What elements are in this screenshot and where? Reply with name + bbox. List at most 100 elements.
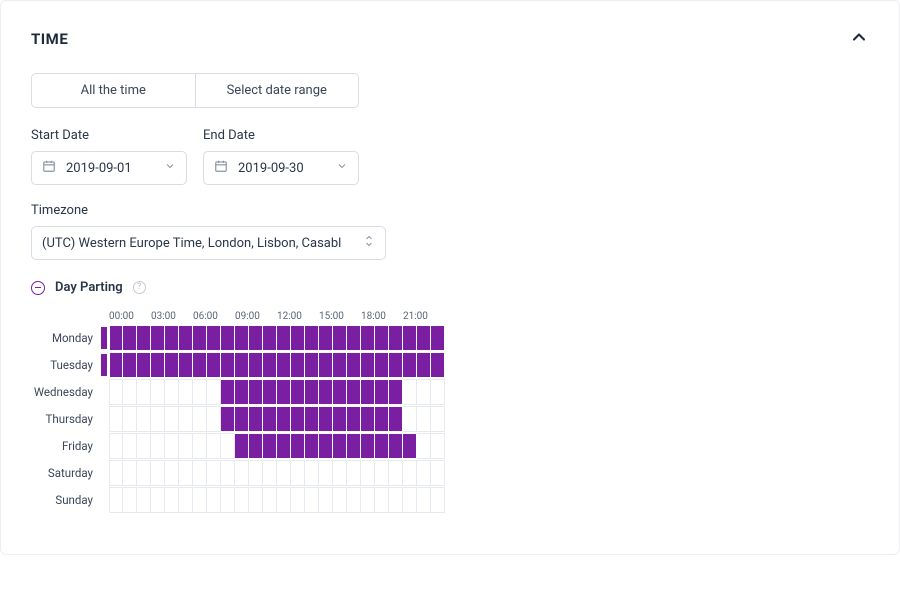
- day-handle[interactable]: [101, 408, 107, 430]
- hour-cell[interactable]: [235, 406, 249, 432]
- hour-cell[interactable]: [137, 460, 151, 486]
- hour-cell[interactable]: [263, 487, 277, 513]
- hour-cell[interactable]: [291, 352, 305, 378]
- hour-cell[interactable]: [277, 352, 291, 378]
- hour-cell[interactable]: [347, 379, 361, 405]
- tab-all-time[interactable]: All the time: [32, 74, 195, 107]
- hour-cell[interactable]: [403, 460, 417, 486]
- hour-cell[interactable]: [417, 379, 431, 405]
- hour-cell[interactable]: [193, 325, 207, 351]
- hour-cell[interactable]: [277, 406, 291, 432]
- hour-cell[interactable]: [221, 406, 235, 432]
- start-date-picker[interactable]: 2019-09-01: [31, 151, 187, 185]
- hour-cell[interactable]: [151, 460, 165, 486]
- hour-cell[interactable]: [179, 487, 193, 513]
- collapse-icon[interactable]: [849, 27, 869, 51]
- hour-cell[interactable]: [249, 460, 263, 486]
- hour-cell[interactable]: [431, 460, 445, 486]
- hour-cell[interactable]: [165, 379, 179, 405]
- hour-cell[interactable]: [179, 433, 193, 459]
- hour-cell[interactable]: [389, 379, 403, 405]
- hour-cell[interactable]: [291, 325, 305, 351]
- hour-cell[interactable]: [151, 379, 165, 405]
- hour-cell[interactable]: [417, 433, 431, 459]
- hour-cell[interactable]: [249, 379, 263, 405]
- hour-cell[interactable]: [263, 406, 277, 432]
- hour-cell[interactable]: [291, 487, 305, 513]
- hour-cell[interactable]: [333, 460, 347, 486]
- hour-cell[interactable]: [263, 325, 277, 351]
- hour-cell[interactable]: [151, 433, 165, 459]
- hour-cell[interactable]: [347, 433, 361, 459]
- hour-cell[interactable]: [109, 352, 123, 378]
- hour-cell[interactable]: [375, 406, 389, 432]
- hour-cell[interactable]: [221, 325, 235, 351]
- hour-cell[interactable]: [235, 433, 249, 459]
- hour-cell[interactable]: [137, 433, 151, 459]
- end-date-picker[interactable]: 2019-09-30: [203, 151, 359, 185]
- hour-cell[interactable]: [431, 352, 445, 378]
- hour-cell[interactable]: [305, 433, 319, 459]
- hour-cell[interactable]: [389, 406, 403, 432]
- hour-cell[interactable]: [207, 379, 221, 405]
- hour-cell[interactable]: [235, 379, 249, 405]
- hour-cell[interactable]: [151, 352, 165, 378]
- hour-cell[interactable]: [305, 325, 319, 351]
- hour-cell[interactable]: [431, 379, 445, 405]
- hour-cell[interactable]: [305, 406, 319, 432]
- hour-cell[interactable]: [193, 460, 207, 486]
- hour-cell[interactable]: [333, 352, 347, 378]
- hour-cell[interactable]: [431, 487, 445, 513]
- hour-cell[interactable]: [375, 487, 389, 513]
- hour-cell[interactable]: [207, 487, 221, 513]
- hour-cell[interactable]: [319, 460, 333, 486]
- hour-cell[interactable]: [165, 352, 179, 378]
- hour-cell[interactable]: [165, 460, 179, 486]
- hour-cell[interactable]: [123, 460, 137, 486]
- hour-cell[interactable]: [193, 379, 207, 405]
- hour-cell[interactable]: [137, 379, 151, 405]
- hour-cell[interactable]: [123, 379, 137, 405]
- hour-cell[interactable]: [347, 460, 361, 486]
- day-handle[interactable]: [101, 381, 107, 403]
- day-handle[interactable]: [101, 435, 107, 457]
- hour-cell[interactable]: [389, 460, 403, 486]
- hour-cell[interactable]: [277, 379, 291, 405]
- hour-cell[interactable]: [347, 406, 361, 432]
- hour-cell[interactable]: [277, 433, 291, 459]
- hour-cell[interactable]: [361, 460, 375, 486]
- hour-cell[interactable]: [193, 352, 207, 378]
- hour-cell[interactable]: [193, 487, 207, 513]
- hour-cell[interactable]: [235, 325, 249, 351]
- hour-cell[interactable]: [417, 487, 431, 513]
- hour-cell[interactable]: [389, 352, 403, 378]
- hour-cell[interactable]: [319, 487, 333, 513]
- hour-cell[interactable]: [361, 325, 375, 351]
- hour-cell[interactable]: [263, 379, 277, 405]
- hour-cell[interactable]: [123, 433, 137, 459]
- hour-cell[interactable]: [249, 433, 263, 459]
- hour-cell[interactable]: [151, 487, 165, 513]
- hour-cell[interactable]: [235, 352, 249, 378]
- hour-cell[interactable]: [417, 325, 431, 351]
- hour-cell[interactable]: [221, 460, 235, 486]
- hour-cell[interactable]: [151, 406, 165, 432]
- hour-cell[interactable]: [109, 487, 123, 513]
- hour-cell[interactable]: [165, 325, 179, 351]
- tab-select-range[interactable]: Select date range: [195, 74, 359, 107]
- hour-cell[interactable]: [221, 379, 235, 405]
- day-handle[interactable]: [101, 489, 107, 511]
- hour-cell[interactable]: [361, 352, 375, 378]
- help-icon[interactable]: ?: [133, 281, 146, 294]
- hour-cell[interactable]: [389, 325, 403, 351]
- hour-cell[interactable]: [375, 352, 389, 378]
- hour-cell[interactable]: [109, 379, 123, 405]
- hour-cell[interactable]: [305, 460, 319, 486]
- hour-cell[interactable]: [375, 379, 389, 405]
- hour-cell[interactable]: [333, 325, 347, 351]
- hour-cell[interactable]: [291, 460, 305, 486]
- hour-cell[interactable]: [333, 406, 347, 432]
- hour-cell[interactable]: [207, 406, 221, 432]
- timezone-select[interactable]: (UTC) Western Europe Time, London, Lisbo…: [31, 226, 386, 260]
- hour-cell[interactable]: [403, 406, 417, 432]
